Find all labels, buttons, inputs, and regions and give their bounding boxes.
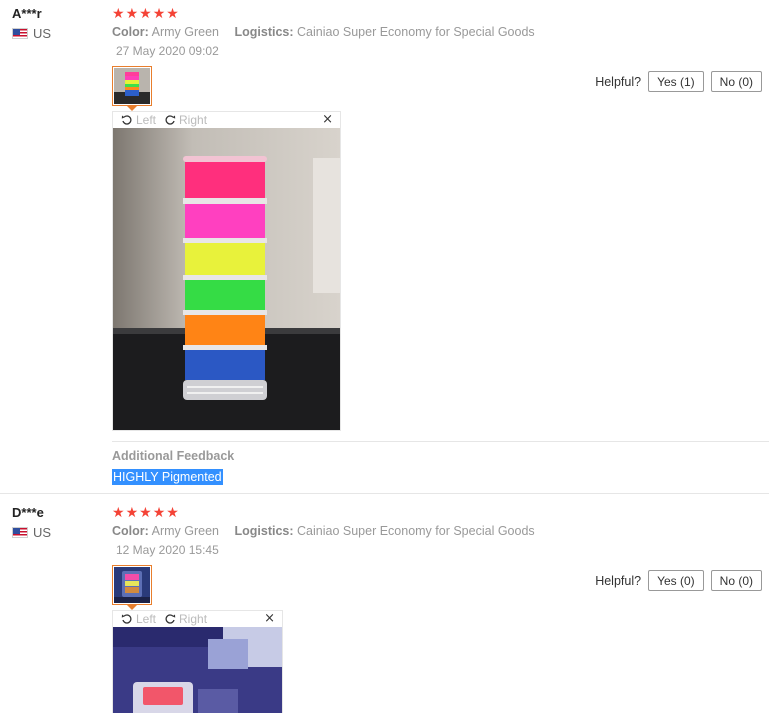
reviewer-name: A***r <box>12 6 42 21</box>
rating-stars: ★ ★ ★ ★ ★ <box>112 506 179 520</box>
review-photo-image <box>113 128 340 430</box>
star-icon: ★ <box>166 505 179 521</box>
rotate-left-icon <box>121 115 132 125</box>
review-photo-image <box>113 627 282 713</box>
review-item: D***e US ★ ★ ★ ★ ★ Color: Army Green Log… <box>0 494 769 713</box>
logistics-label: Logistics: <box>234 524 294 538</box>
rotate-right-icon <box>165 115 176 125</box>
reviewer-country: US <box>12 26 51 41</box>
photo-viewer: Left Right × <box>112 111 341 431</box>
star-icon: ★ <box>125 6 139 22</box>
helpful-label: Helpful? <box>595 74 642 89</box>
us-flag-icon <box>12 527 28 538</box>
close-icon[interactable]: × <box>322 112 333 128</box>
color-label: Color: <box>112 25 149 39</box>
rotate-left-label: Left <box>136 113 157 127</box>
logistics-value: Cainiao Super Economy for Special Goods <box>297 524 535 538</box>
vote-yes-button[interactable]: Yes (0) <box>648 570 704 591</box>
additional-feedback-title: Additional Feedback <box>112 449 235 463</box>
us-flag-icon <box>12 28 28 39</box>
rotate-right-label: Right <box>179 612 208 626</box>
reviewer-country: US <box>12 525 51 540</box>
order-info: Color: Army Green Logistics: Cainiao Sup… <box>112 524 547 538</box>
rating-stars: ★ ★ ★ ★ ★ <box>112 7 179 21</box>
review-date: 27 May 2020 09:02 <box>116 44 219 58</box>
star-icon: ★ <box>112 505 125 521</box>
helpful-label: Helpful? <box>595 573 642 588</box>
star-icon: ★ <box>152 505 166 521</box>
close-icon[interactable]: × <box>264 611 275 627</box>
rotate-left-button[interactable]: Left <box>121 612 156 626</box>
country-label: US <box>33 525 52 540</box>
rotate-left-label: Left <box>136 612 157 626</box>
review-date: 12 May 2020 15:45 <box>116 543 219 557</box>
reviewer-name: D***e <box>12 505 44 520</box>
additional-feedback-text: HIGHLY Pigmented <box>112 469 223 485</box>
helpful-votes: Helpful? Yes (1) No (0) <box>595 71 762 92</box>
logistics-label: Logistics: <box>234 25 294 39</box>
viewer-toolbar: Left Right × <box>113 112 340 128</box>
photo-thumbnail[interactable] <box>112 565 152 610</box>
rotate-right-icon <box>165 614 176 624</box>
vote-no-button[interactable]: No (0) <box>710 570 762 591</box>
photo-viewer: Left Right × <box>112 610 283 713</box>
review-photo <box>113 128 340 430</box>
star-icon: ★ <box>139 6 152 22</box>
order-info: Color: Army Green Logistics: Cainiao Sup… <box>112 25 547 39</box>
vote-yes-button[interactable]: Yes (1) <box>648 71 704 92</box>
star-icon: ★ <box>139 505 152 521</box>
star-icon: ★ <box>166 6 179 22</box>
country-label: US <box>33 26 52 41</box>
color-value: Army Green <box>151 25 219 39</box>
rotate-right-button[interactable]: Right <box>164 612 207 626</box>
rotate-left-icon <box>121 614 132 624</box>
viewer-toolbar: Left Right × <box>113 611 282 627</box>
rotate-right-label: Right <box>179 113 208 127</box>
color-label: Color: <box>112 524 149 538</box>
star-icon: ★ <box>152 6 166 22</box>
feedback-divider <box>112 441 769 442</box>
star-icon: ★ <box>112 6 125 22</box>
thumbnail-image <box>114 68 150 104</box>
rotate-right-button[interactable]: Right <box>164 113 207 127</box>
helpful-votes: Helpful? Yes (0) No (0) <box>595 570 762 591</box>
logistics-value: Cainiao Super Economy for Special Goods <box>297 25 535 39</box>
review-item: A***r US ★ ★ ★ ★ ★ Color: Army Green Log… <box>0 0 769 493</box>
rotate-left-button[interactable]: Left <box>121 113 156 127</box>
thumbnail-image <box>114 567 150 603</box>
review-photo <box>113 627 282 713</box>
vote-no-button[interactable]: No (0) <box>710 71 762 92</box>
color-value: Army Green <box>151 524 219 538</box>
photo-thumbnail[interactable] <box>112 66 152 111</box>
star-icon: ★ <box>125 505 139 521</box>
